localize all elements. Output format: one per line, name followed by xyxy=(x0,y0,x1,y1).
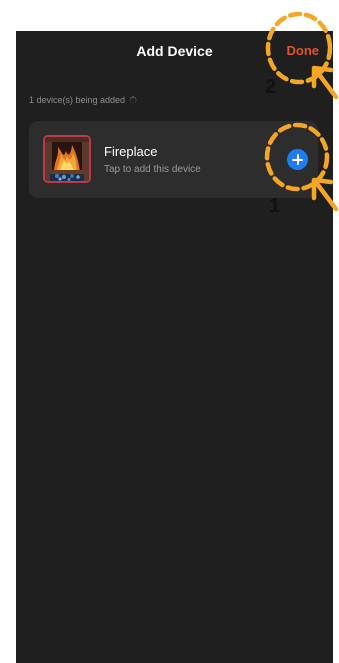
device-card-fireplace[interactable]: Fireplace Tap to add this device xyxy=(29,121,318,198)
done-button[interactable]: Done xyxy=(287,43,320,58)
fireplace-image xyxy=(45,137,89,181)
step-2-label: 2 xyxy=(265,76,277,98)
loading-spinner-icon xyxy=(129,96,137,104)
add-circle-icon[interactable] xyxy=(287,149,308,170)
adding-status-text: 1 device(s) being added xyxy=(29,95,126,105)
phone-screen: Add Device Done 1 device(s) being added xyxy=(16,31,333,663)
step-1-label: 1 xyxy=(269,195,281,217)
adding-status: 1 device(s) being added xyxy=(29,95,137,105)
app-header: Add Device Done xyxy=(16,31,333,73)
device-subtitle: Tap to add this device xyxy=(104,164,201,175)
screenshot-canvas: Add Device Done 1 device(s) being added xyxy=(0,0,339,663)
device-name: Fireplace xyxy=(104,144,158,159)
page-title: Add Device xyxy=(136,43,213,59)
fireplace-thumbnail xyxy=(43,135,91,183)
